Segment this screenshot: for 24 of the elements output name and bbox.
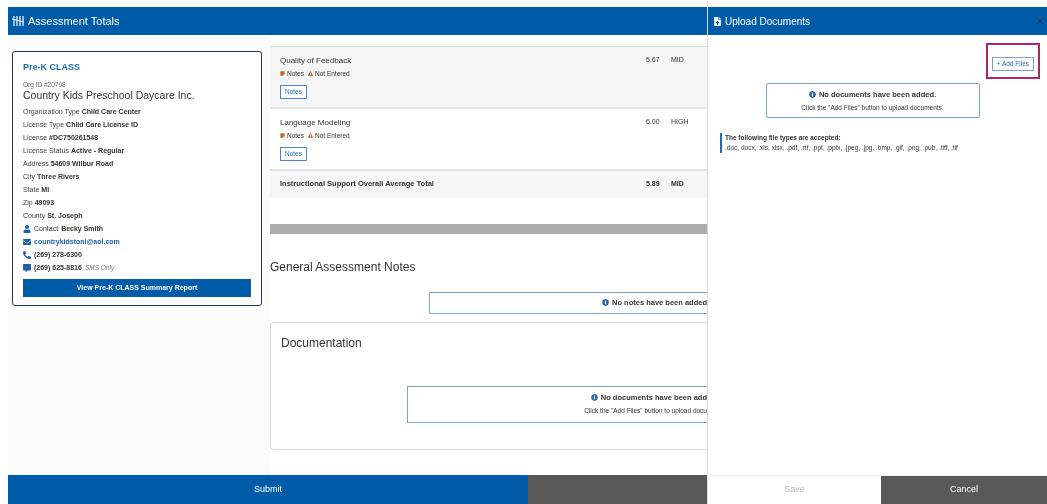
org-name: Country Kids Preschool Daycare Inc. — [23, 89, 196, 102]
warning-icon — [308, 71, 313, 77]
envelope-icon — [23, 237, 31, 246]
note-icon — [280, 71, 285, 77]
score-name: Quality of Feedback — [280, 55, 352, 67]
section-title: Documentation — [281, 334, 363, 352]
window-title: Assessment Totals — [28, 13, 120, 29]
drawer-title: Upload Documents — [725, 14, 812, 29]
cancel-button[interactable]: Cancel — [881, 476, 1047, 504]
program-title: Pre-K CLASS — [23, 61, 81, 74]
phone-icon — [23, 250, 31, 259]
score-name: Language Modeling — [280, 116, 351, 129]
submit-button[interactable]: Submit — [8, 475, 528, 504]
file-icon — [713, 16, 722, 26]
section-title: General Assessment Notes — [270, 258, 417, 276]
person-icon — [23, 224, 31, 233]
warning-icon — [308, 133, 313, 139]
info-icon — [601, 299, 609, 306]
tally-icon — [12, 16, 24, 26]
note-icon — [280, 133, 285, 139]
chat-icon — [23, 263, 31, 272]
close-button[interactable] — [1033, 14, 1047, 28]
info-icon — [590, 394, 598, 402]
info-icon — [808, 90, 816, 98]
